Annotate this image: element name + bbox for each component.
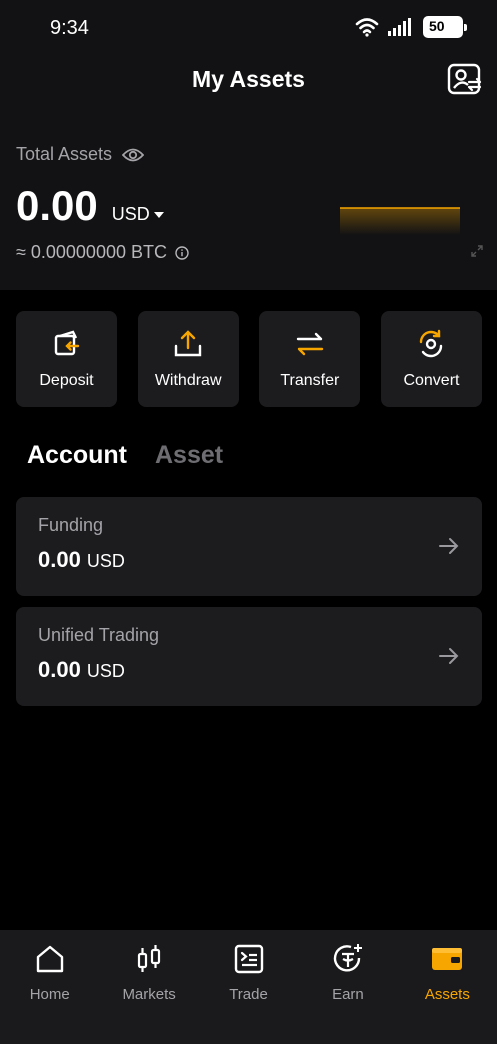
nav-label: Markets [122, 986, 176, 1003]
btc-value: ≈ 0.00000000 BTC [16, 242, 167, 262]
nav-trade[interactable]: Trade [199, 930, 298, 1044]
withdraw-button[interactable]: Withdraw [137, 311, 239, 407]
caret-down-icon [153, 211, 164, 218]
total-assets-text: Total Assets [16, 144, 113, 164]
view-tabs: Account Asset [27, 441, 223, 470]
nav-markets[interactable]: Markets [99, 930, 198, 1044]
nav-label: Assets [424, 986, 470, 1003]
funding-account-card[interactable]: Funding 0.00 USD [16, 497, 482, 596]
markets-icon [138, 945, 161, 972]
bottom-nav: Home Markets Trade Earn Assets [0, 930, 497, 1044]
nav-earn[interactable]: Earn [298, 930, 397, 1044]
deposit-label: Deposit [39, 372, 94, 389]
account-amount: 0.00 [38, 657, 81, 682]
signal-icon [388, 18, 411, 36]
balance-amount: 0.00 [16, 182, 98, 229]
account-title: Funding [38, 515, 104, 535]
home-icon [36, 945, 63, 973]
wallet-icon [432, 948, 463, 970]
total-balance: 0.00 USD [16, 182, 164, 230]
status-icons: 50 [355, 16, 467, 38]
account-balance: 0.00 USD [38, 657, 125, 683]
nav-label: Trade [229, 986, 268, 1003]
account-currency: USD [86, 551, 125, 571]
convert-icon [420, 329, 443, 358]
trade-icon [234, 944, 263, 974]
account-balance: 0.00 USD [38, 547, 125, 573]
account-title: Unified Trading [38, 625, 160, 645]
eye-icon[interactable] [122, 147, 145, 163]
balance-sparkline [340, 207, 460, 235]
currency-label: USD [111, 204, 150, 224]
arrow-right-icon [439, 648, 459, 664]
unified-trading-account-card[interactable]: Unified Trading 0.00 USD [16, 607, 482, 706]
profile-switch-icon[interactable] [447, 62, 483, 98]
arrow-right-icon [439, 538, 459, 554]
tab-account[interactable]: Account [27, 441, 127, 470]
earn-icon [333, 944, 362, 972]
btc-equivalent: ≈ 0.00000000 BTC [16, 242, 189, 263]
convert-label: Convert [403, 372, 460, 389]
battery-level: 50 [429, 18, 445, 34]
transfer-button[interactable]: Transfer [259, 311, 361, 407]
expand-icon[interactable] [471, 245, 483, 257]
tab-asset[interactable]: Asset [155, 441, 223, 470]
deposit-button[interactable]: Deposit [16, 311, 117, 407]
convert-button[interactable]: Convert [380, 311, 482, 407]
transfer-icon [296, 332, 324, 356]
withdraw-label: Withdraw [154, 372, 222, 389]
withdraw-icon [174, 330, 202, 357]
nav-label: Home [29, 986, 70, 1003]
nav-label: Earn [332, 986, 364, 1003]
battery-indicator: 50 [423, 16, 467, 38]
quick-actions: Deposit Withdraw Transfer Convert [16, 311, 482, 407]
nav-home[interactable]: Home [0, 930, 99, 1044]
status-time: 9:34 [50, 17, 89, 39]
page-title: My Assets [192, 66, 305, 92]
deposit-icon [54, 330, 79, 356]
transfer-label: Transfer [280, 372, 340, 389]
nav-assets[interactable]: Assets [398, 930, 497, 1044]
currency-selector[interactable]: USD [112, 204, 164, 225]
total-assets-label: Total Assets [16, 144, 145, 165]
wifi-icon [355, 18, 379, 37]
account-currency: USD [86, 661, 125, 681]
account-amount: 0.00 [38, 547, 81, 572]
info-icon[interactable] [175, 245, 189, 260]
